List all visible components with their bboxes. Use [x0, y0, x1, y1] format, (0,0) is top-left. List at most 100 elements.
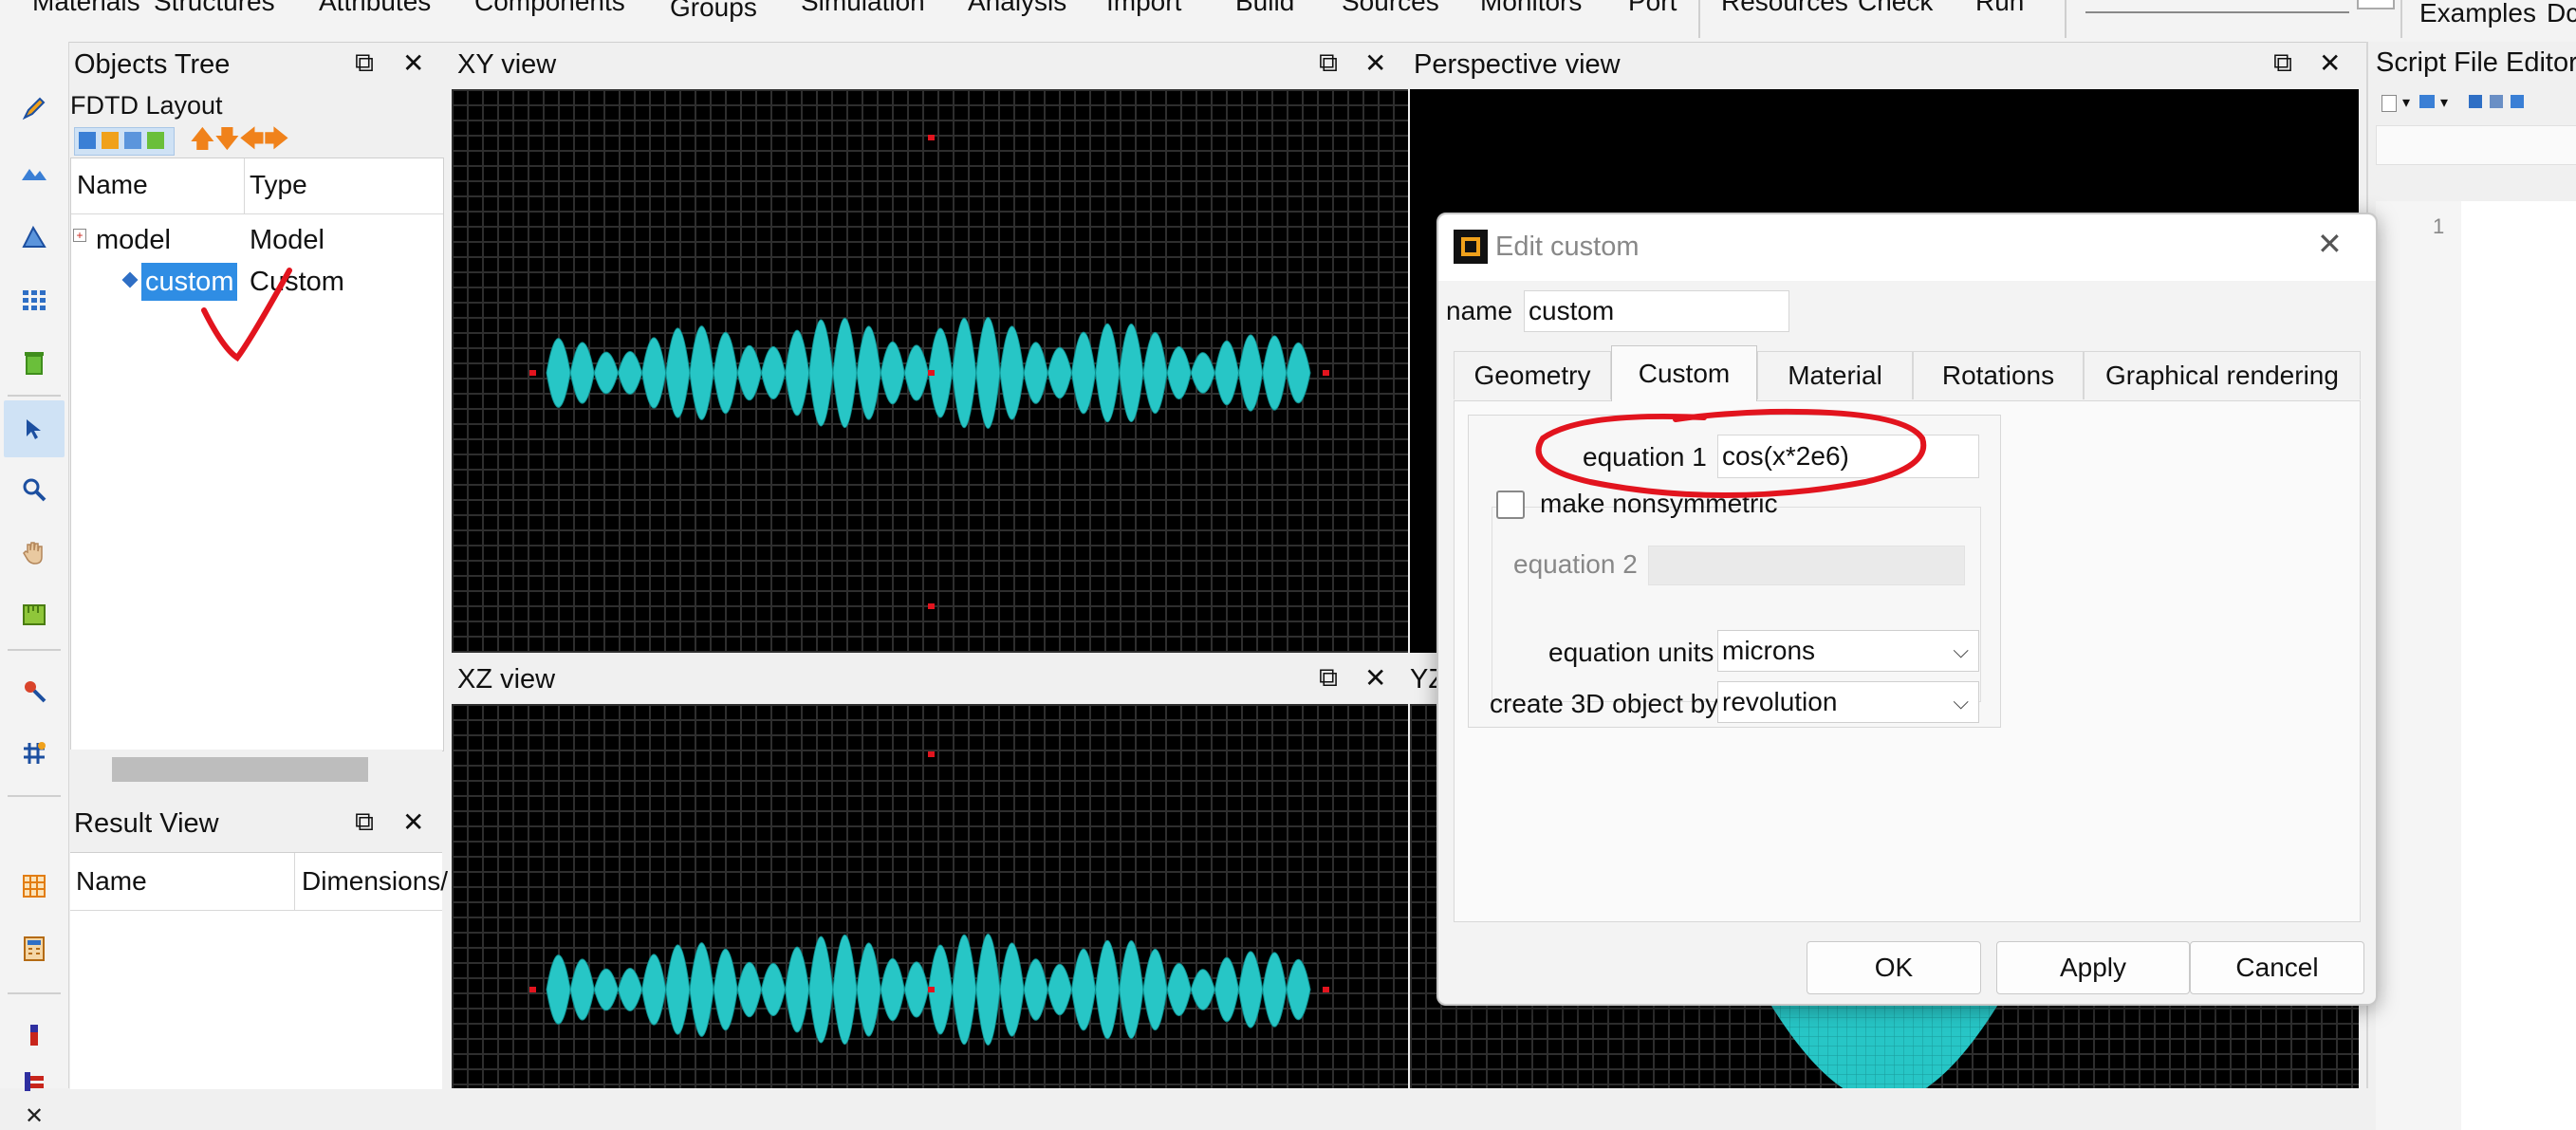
structure-lobe	[569, 342, 595, 404]
menu-run[interactable]: Run	[1975, 0, 2024, 17]
xz-view-canvas[interactable]	[452, 704, 1408, 1088]
close-icon[interactable]: ✕	[2317, 226, 2343, 262]
material-bar-icon[interactable]	[15, 1015, 53, 1053]
table-icon[interactable]	[15, 867, 53, 905]
menu-materials[interactable]: Materials	[32, 0, 140, 17]
float-panel-icon[interactable]: ⧉	[355, 806, 374, 838]
menu-resources[interactable]: Resources	[1721, 0, 1848, 17]
cancel-button[interactable]: Cancel	[2190, 941, 2364, 994]
scrollbar-thumb[interactable]	[112, 757, 368, 782]
column-type[interactable]: Type	[250, 170, 307, 200]
structure-lobe	[975, 317, 1001, 429]
grid-array-icon[interactable]	[15, 281, 53, 319]
script-text-area[interactable]	[2461, 201, 2576, 1130]
menu-port[interactable]: Port	[1628, 0, 1677, 17]
xz-view-title: XZ view	[457, 664, 556, 695]
open-file-icon[interactable]	[2419, 95, 2435, 108]
menu-components[interactable]: Components	[474, 0, 625, 17]
search-field[interactable]	[2085, 0, 2349, 13]
structure-lobe	[952, 318, 977, 428]
close-panel-icon[interactable]: ✕	[402, 806, 424, 838]
xy-view-canvas[interactable]	[452, 89, 1408, 653]
ruler-icon[interactable]	[15, 596, 53, 634]
create-label: create 3D object by	[1490, 689, 1719, 718]
dropdown-icon[interactable]: ▾	[2402, 93, 2410, 112]
structure-lobe	[593, 351, 619, 395]
close-panel-icon[interactable]: ✕	[402, 47, 424, 79]
tree-row-model[interactable]: + model Model	[71, 223, 443, 261]
close-x-icon[interactable]: ✕	[15, 1102, 53, 1129]
zoom-icon[interactable]	[15, 471, 53, 509]
trash-icon[interactable]	[15, 343, 53, 381]
menu-separator	[2065, 0, 2066, 38]
tree-tool-icon[interactable]	[79, 132, 96, 149]
run-script-icon[interactable]	[2511, 95, 2524, 108]
tree-tool-icon[interactable]	[102, 132, 119, 149]
menu-groups[interactable]: Groups	[670, 0, 757, 23]
structure-lobe	[952, 935, 977, 1045]
mountains-icon[interactable]	[15, 154, 53, 192]
column-dimensions[interactable]: Dimensions/	[302, 866, 448, 897]
close-panel-icon[interactable]: ✕	[1364, 47, 1386, 79]
new-file-icon[interactable]	[2381, 95, 2397, 112]
select-arrow-icon[interactable]	[4, 400, 65, 457]
menu-sources[interactable]: Sources	[1342, 0, 1439, 17]
dropdown-icon[interactable]: ▾	[2440, 93, 2448, 112]
structure-lobe	[569, 958, 595, 1021]
menu-simulation[interactable]: Simulation	[801, 0, 925, 17]
menu-check[interactable]: Check	[1858, 0, 1933, 17]
menu-dc[interactable]: Dc	[2547, 0, 2576, 28]
tree-tool-icon[interactable]	[147, 132, 164, 149]
expand-icon[interactable]: +	[73, 229, 86, 242]
structure-lobe	[903, 961, 930, 1018]
menu-attributes[interactable]: Attributes	[319, 0, 431, 17]
float-panel-icon[interactable]: ⧉	[1319, 662, 1338, 694]
close-panel-icon[interactable]: ✕	[2319, 47, 2341, 79]
prism-icon[interactable]	[15, 218, 53, 256]
float-panel-icon[interactable]: ⧉	[355, 47, 374, 79]
equation2-input[interactable]	[1648, 546, 1965, 585]
save-as-icon[interactable]	[2490, 95, 2503, 108]
units-select[interactable]: microns ⌵	[1717, 630, 1979, 672]
close-panel-icon[interactable]: ✕	[1364, 662, 1386, 694]
layers-icon[interactable]	[15, 1063, 53, 1101]
menu-examples[interactable]: Examples	[2419, 0, 2536, 28]
tree-column-header: Name Type	[71, 158, 443, 214]
menu-import[interactable]: Import	[1106, 0, 1181, 17]
save-icon[interactable]	[2469, 95, 2482, 108]
probe-icon[interactable]	[15, 672, 53, 710]
tree-tool-icon[interactable]	[124, 132, 141, 149]
structure-lobe	[760, 962, 787, 1017]
calculator-icon[interactable]	[15, 930, 53, 968]
xy-structure	[529, 135, 1329, 609]
script-tab-bar	[2376, 125, 2576, 165]
menu-structures[interactable]: Structures	[154, 0, 275, 17]
structure-lobe	[1047, 963, 1072, 1016]
annotation-checkmark	[201, 268, 292, 362]
menu-analysis[interactable]: Analysis	[968, 0, 1066, 17]
float-panel-icon[interactable]: ⧉	[2273, 47, 2292, 79]
tab-graphical-rendering[interactable]: Graphical rendering	[2084, 351, 2361, 399]
name-label: name	[1446, 296, 1513, 325]
apply-button[interactable]: Apply	[1996, 941, 2190, 994]
menu-build[interactable]: Build	[1235, 0, 1294, 17]
column-divider	[244, 158, 245, 213]
ok-button[interactable]: OK	[1807, 941, 1981, 994]
structure-lobe	[1286, 342, 1311, 404]
column-name[interactable]: Name	[76, 866, 147, 897]
structure-lobe	[999, 942, 1025, 1037]
structure-lobe	[1070, 331, 1097, 415]
structure-lobe	[1190, 969, 1215, 1010]
result-view-header: Result View ⧉ ✕	[70, 803, 442, 848]
xy-view-title: XY view	[457, 49, 557, 80]
name-input[interactable]: custom	[1524, 290, 1789, 332]
tab-custom[interactable]: Custom	[1611, 345, 1757, 401]
pencil-icon[interactable]	[15, 89, 53, 127]
mesh-grid-icon[interactable]	[15, 734, 53, 772]
hand-pan-icon[interactable]	[15, 533, 53, 571]
column-name[interactable]: Name	[77, 170, 148, 200]
float-panel-icon[interactable]: ⧉	[1319, 47, 1338, 79]
menu-monitors[interactable]: Monitors	[1480, 0, 1582, 17]
search-button[interactable]	[2357, 0, 2395, 9]
create-select[interactable]: revolution ⌵	[1717, 681, 1979, 723]
